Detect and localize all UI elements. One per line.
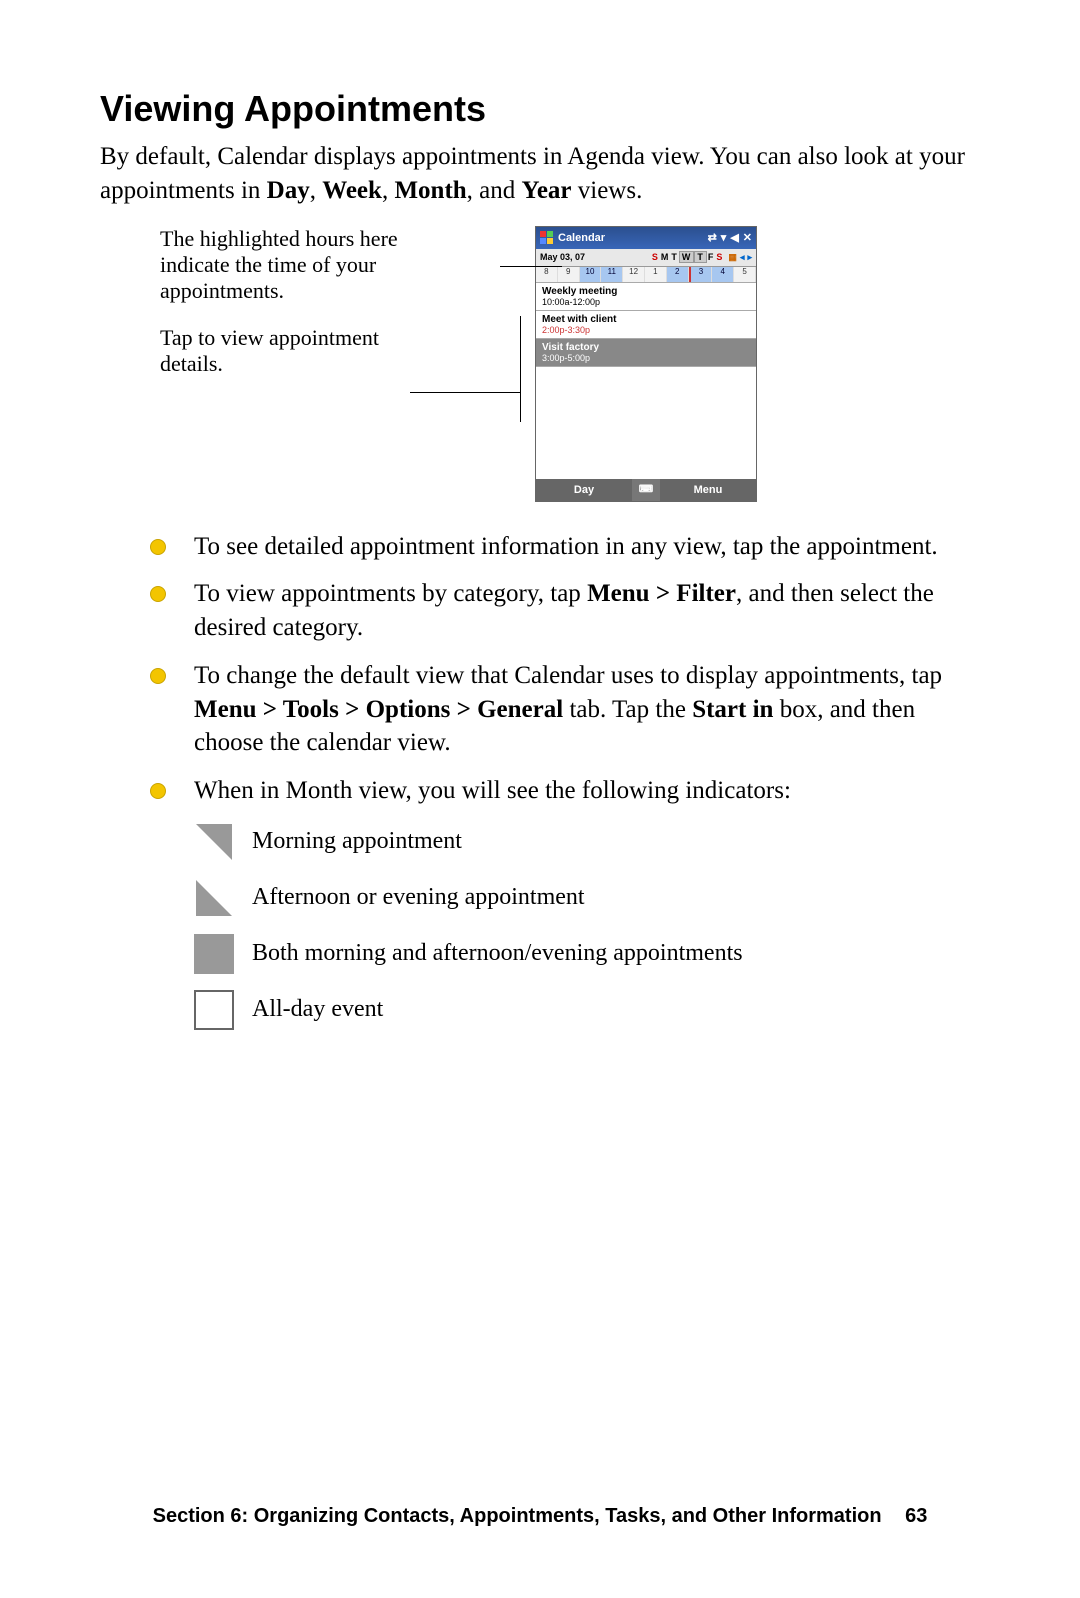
dow-mon[interactable]: M [660,252,671,262]
appt-time: 10:00a-12:00p [542,297,750,307]
current-date[interactable]: May 03, 07 [540,252,585,262]
text: , [382,177,395,204]
softkey-right[interactable]: Menu [660,479,756,501]
bullet-list: To see detailed appointment information … [100,530,980,808]
indicator-legend: Morning appointment Afternoon or evening… [100,822,980,1030]
calendar-picker-icon[interactable]: ▦ [728,252,737,263]
signal-icon: ▾ [721,231,727,244]
phone-titlebar: Calendar ⇄ ▾ ◀ ✕ [536,227,756,249]
legend-row: All-day event [194,990,980,1030]
hour-cell: 11 [601,267,623,282]
callout-tap-details: Tap to view appointment details. [160,325,440,378]
hour-header: 8 9 10 11 12 1 2 3 4 5 [536,267,756,283]
empty-area [536,367,756,479]
callout-text: The highlighted hours here indicate the … [160,226,440,398]
text-bold: Week [322,177,382,204]
date-bar: May 03, 07 SMTWTFS ▦ ◂ ▸ [536,249,756,267]
text: To change the default view that Calendar… [194,662,942,689]
legend-row: Morning appointment [194,822,980,862]
dow-sat[interactable]: S [715,252,724,262]
softkey-left[interactable]: Day [536,479,632,501]
prev-arrow-icon[interactable]: ◂ [740,252,745,263]
page-footer: Section 6: Organizing Contacts, Appointm… [0,1505,1080,1528]
hour-cell: 3 [689,267,713,282]
dow-tue[interactable]: T [670,252,679,262]
intro-paragraph: By default, Calendar displays appointmen… [100,140,980,208]
callout-leader-line [520,316,521,422]
app-title: Calendar [558,232,605,244]
allday-indicator-icon [194,990,234,1030]
text-bold: Month [394,177,466,204]
appointment-row[interactable]: Weekly meeting 10:00a-12:00p [536,283,756,311]
bullet-item: When in Month view, you will see the fol… [150,774,980,808]
windows-start-icon[interactable] [540,231,554,245]
next-arrow-icon[interactable]: ▸ [747,252,752,263]
text: To view appointments by category, tap [194,580,587,607]
morning-indicator-icon [194,822,234,862]
legend-label: Both morning and afternoon/evening appoi… [252,940,743,967]
keyboard-icon[interactable]: ⌨ [632,479,660,501]
bullet-item: To change the default view that Calendar… [150,659,980,760]
text-bold: Day [267,177,310,204]
softkey-bar: Day ⌨ Menu [536,479,756,501]
speaker-icon[interactable]: ◀ [730,231,738,244]
dow-thu[interactable]: T [694,251,707,263]
weekday-strip[interactable]: SMTWTFS [651,252,725,262]
hour-cell: 5 [734,267,756,282]
dow-sun[interactable]: S [651,252,660,262]
bullet-item: To view appointments by category, tap Me… [150,577,980,645]
callout-leader-line [500,266,562,267]
appt-title: Meet with client [542,314,750,325]
bullet-item: To see detailed appointment information … [150,530,980,564]
callout-leader-line [410,392,520,393]
legend-label: All-day event [252,996,383,1023]
callout-highlight-hours: The highlighted hours here indicate the … [160,226,440,305]
appointment-row-selected[interactable]: Visit factory 3:00p-5:00p [536,339,756,367]
footer-section: Section 6: Organizing Contacts, Appointm… [153,1505,882,1527]
text-bold: Start in [692,696,773,723]
legend-row: Both morning and afternoon/evening appoi… [194,934,980,974]
hour-cell: 9 [558,267,580,282]
hour-cell: 4 [712,267,734,282]
text-bold: Menu > Tools > Options > General [194,696,563,723]
connectivity-icon[interactable]: ⇄ [708,231,717,244]
text-bold: Menu > Filter [587,580,736,607]
text: views. [578,177,643,204]
appt-time: 3:00p-5:00p [542,353,750,363]
hour-cell: 2 [667,267,689,282]
text-bold: Year [522,177,572,204]
dow-wed[interactable]: W [679,251,695,263]
appointment-row[interactable]: Meet with client 2:00p-3:30p [536,311,756,339]
phone-screenshot: Calendar ⇄ ▾ ◀ ✕ May 03, 07 SMTWTFS ▦ ◂ … [535,226,757,502]
both-indicator-icon [194,934,234,974]
text: , [310,177,323,204]
close-icon[interactable]: ✕ [743,231,752,244]
page-number: 63 [905,1505,927,1527]
appt-title: Visit factory [542,342,750,353]
hour-cell: 12 [623,267,645,282]
text: tab. Tap the [563,696,692,723]
legend-label: Morning appointment [252,828,462,855]
text: , and [467,177,522,204]
legend-row: Afternoon or evening appointment [194,878,980,918]
hour-cell: 1 [645,267,667,282]
figure-block: The highlighted hours here indicate the … [100,226,980,502]
hour-cell: 10 [580,267,602,282]
legend-label: Afternoon or evening appointment [252,884,585,911]
appt-time: 2:00p-3:30p [542,325,750,335]
hour-cell: 8 [536,267,558,282]
appt-title: Weekly meeting [542,286,750,297]
section-heading: Viewing Appointments [100,88,980,130]
afternoon-indicator-icon [194,878,234,918]
